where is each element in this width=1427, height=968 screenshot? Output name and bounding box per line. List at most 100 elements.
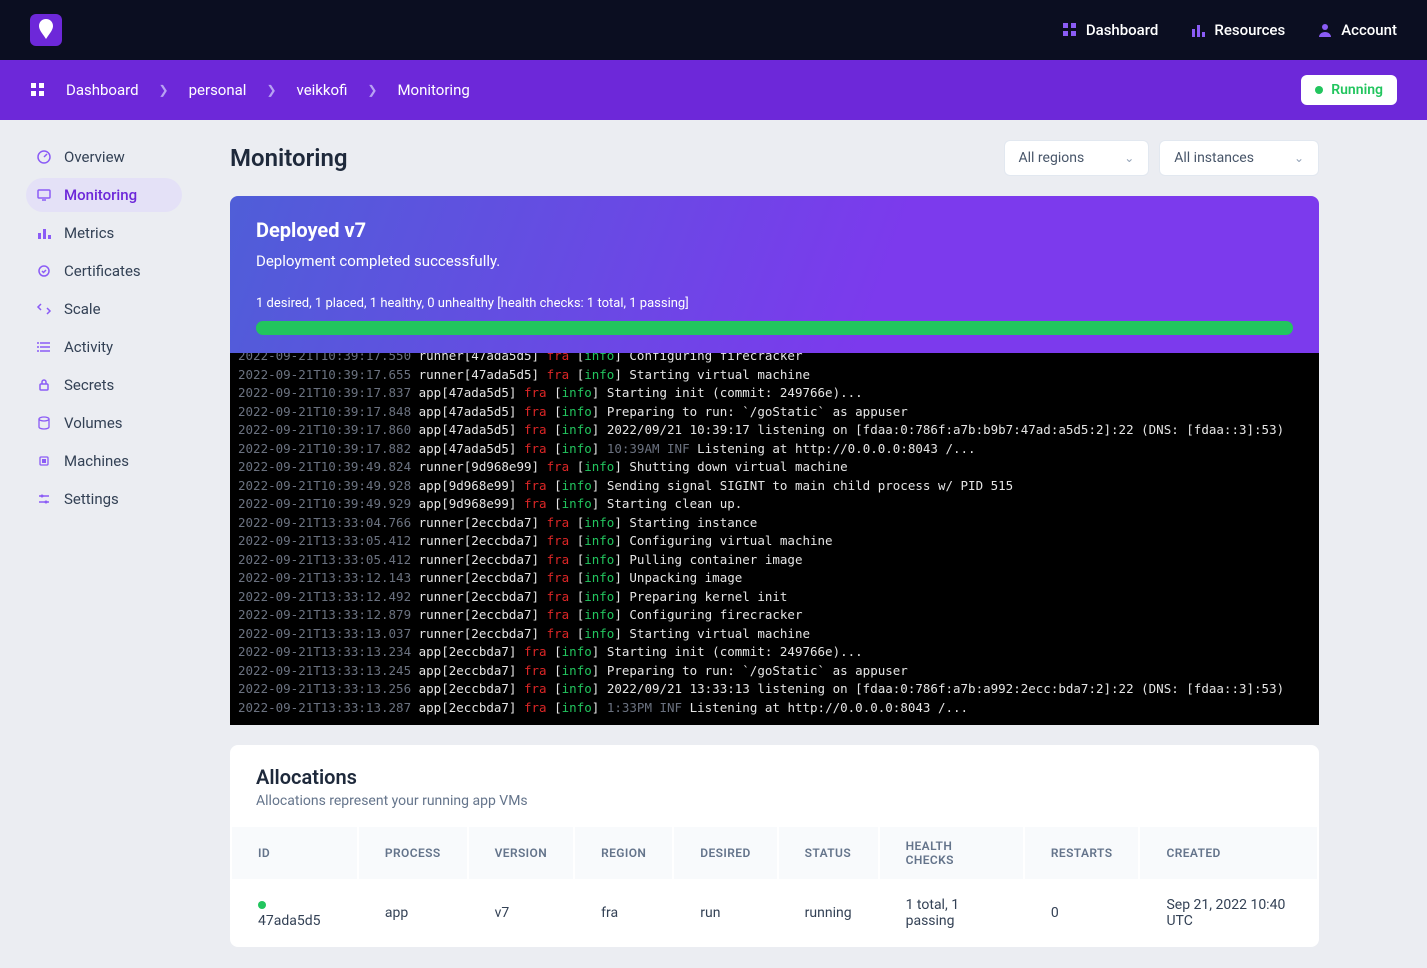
status-dot-icon <box>1315 86 1323 94</box>
sidebar-item-scale[interactable]: Scale <box>26 292 182 326</box>
sidebar-item-metrics[interactable]: Metrics <box>26 216 182 250</box>
crumb-app[interactable]: veikkofi <box>297 81 348 99</box>
cpu-icon <box>36 453 52 469</box>
chevron-right-icon: ❯ <box>367 83 377 97</box>
monitor-icon <box>36 187 52 203</box>
column-header: PROCESS <box>359 827 467 879</box>
log-line: 2022-09-21T13:33:12.879 runner[2eccbda7]… <box>230 606 1319 625</box>
log-line: 2022-09-21T13:33:13.245 app[2eccbda7] fr… <box>230 662 1319 681</box>
gauge-icon <box>36 149 52 165</box>
log-line: 2022-09-21T10:39:17.550 runner[47ada5d5]… <box>230 353 1319 366</box>
logo[interactable] <box>30 14 62 46</box>
log-line: 2022-09-21T13:33:05.412 runner[2eccbda7]… <box>230 551 1319 570</box>
column-header: HEALTH CHECKS <box>880 827 1023 879</box>
filter-instances[interactable]: All instances ⌄ <box>1159 140 1319 176</box>
sidebar-item-label: Monitoring <box>64 186 137 204</box>
status-badge: Running <box>1301 75 1397 105</box>
log-line: 2022-09-21T13:33:12.143 runner[2eccbda7]… <box>230 569 1319 588</box>
log-line: 2022-09-21T10:39:17.848 app[47ada5d5] fr… <box>230 403 1319 422</box>
chevron-down-icon: ⌄ <box>1124 151 1134 165</box>
sidebar-item-volumes[interactable]: Volumes <box>26 406 182 440</box>
nav-dashboard[interactable]: Dashboard <box>1062 21 1159 39</box>
log-line: 2022-09-21T10:39:17.882 app[47ada5d5] fr… <box>230 440 1319 459</box>
column-header: ID <box>232 827 357 879</box>
crumb-page[interactable]: Monitoring <box>397 81 469 99</box>
breadcrumbs: Dashboard ❯ personal ❯ veikkofi ❯ Monito… <box>30 81 470 99</box>
sidebar-item-label: Certificates <box>64 262 141 280</box>
sidebar-item-certificates[interactable]: Certificates <box>26 254 182 288</box>
balloon-icon <box>36 19 56 41</box>
page-title: Monitoring <box>230 144 348 172</box>
topbar: Dashboard Resources Account <box>0 0 1427 60</box>
sidebar-item-overview[interactable]: Overview <box>26 140 182 174</box>
allocations-card: Allocations Allocations represent your r… <box>230 745 1319 947</box>
nav-account-label: Account <box>1341 21 1397 39</box>
sidebar-item-secrets[interactable]: Secrets <box>26 368 182 402</box>
sidebar-item-settings[interactable]: Settings <box>26 482 182 516</box>
sidebar-item-label: Volumes <box>64 414 123 432</box>
log-line: 2022-09-21T13:33:13.234 app[2eccbda7] fr… <box>230 643 1319 662</box>
column-header: CREATED <box>1140 827 1317 879</box>
deployment-status: 1 desired, 1 placed, 1 healthy, 0 unheal… <box>256 296 1293 311</box>
sidebar-item-machines[interactable]: Machines <box>26 444 182 478</box>
chevron-right-icon: ❯ <box>159 83 169 97</box>
log-line: 2022-09-21T13:33:13.037 runner[2eccbda7]… <box>230 625 1319 644</box>
sliders-icon <box>36 491 52 507</box>
table-row[interactable]: 47ada5d5appv7frarunrunning1 total, 1 pas… <box>232 881 1317 945</box>
sidebar-item-label: Scale <box>64 300 101 318</box>
sidebar-item-monitoring[interactable]: Monitoring <box>26 178 182 212</box>
nav-account[interactable]: Account <box>1317 21 1397 39</box>
log-line: 2022-09-21T13:33:13.256 app[2eccbda7] fr… <box>230 680 1319 699</box>
sidebar-item-label: Overview <box>64 148 125 166</box>
topnav: Dashboard Resources Account <box>1062 21 1397 39</box>
sidebar-item-activity[interactable]: Activity <box>26 330 182 364</box>
allocations-subtitle: Allocations represent your running app V… <box>256 793 1293 809</box>
allocations-title: Allocations <box>256 765 1293 789</box>
nav-dashboard-label: Dashboard <box>1086 21 1159 39</box>
chart-icon <box>36 225 52 241</box>
log-terminal[interactable]: 2022-09-21T10:39:17.550 runner[47ada5d5]… <box>230 353 1319 725</box>
sidebar-item-label: Settings <box>64 490 119 508</box>
crumb-personal[interactable]: personal <box>189 81 247 99</box>
deployment-title: Deployed v7 <box>256 218 1293 242</box>
progress-bar <box>256 321 1293 335</box>
table-header-row: IDPROCESSVERSIONREGIONDESIREDSTATUSHEALT… <box>232 827 1317 879</box>
log-line: 2022-09-21T13:33:13.287 app[2eccbda7] fr… <box>230 699 1319 718</box>
deployment-card: Deployed v7 Deployment completed success… <box>230 196 1319 353</box>
column-header: VERSION <box>469 827 574 879</box>
list-icon <box>36 339 52 355</box>
nav-resources-label: Resources <box>1214 21 1285 39</box>
lock-icon <box>36 377 52 393</box>
log-line: 2022-09-21T10:39:49.929 app[9d968e99] fr… <box>230 495 1319 514</box>
bars-icon <box>1190 22 1206 38</box>
allocations-table: IDPROCESSVERSIONREGIONDESIREDSTATUSHEALT… <box>230 825 1319 947</box>
breadcrumb-bar: Dashboard ❯ personal ❯ veikkofi ❯ Monito… <box>0 60 1427 120</box>
log-line: 2022-09-21T10:39:49.928 app[9d968e99] fr… <box>230 477 1319 496</box>
badge-icon <box>36 263 52 279</box>
crumb-dashboard[interactable]: Dashboard <box>66 81 139 99</box>
chevron-right-icon: ❯ <box>266 83 276 97</box>
disk-icon <box>36 415 52 431</box>
filter-regions[interactable]: All regions ⌄ <box>1004 140 1150 176</box>
main: Monitoring All regions ⌄ All instances ⌄… <box>200 120 1427 967</box>
log-line: 2022-09-21T10:39:17.837 app[47ada5d5] fr… <box>230 384 1319 403</box>
sidebar-item-label: Activity <box>64 338 113 356</box>
user-icon <box>1317 22 1333 38</box>
sidebar-item-label: Secrets <box>64 376 114 394</box>
column-header: RESTARTS <box>1025 827 1139 879</box>
column-header: STATUS <box>779 827 878 879</box>
log-line: 2022-09-21T13:33:04.766 runner[2eccbda7]… <box>230 514 1319 533</box>
status-badge-label: Running <box>1331 82 1383 98</box>
filter-instances-label: All instances <box>1174 150 1254 166</box>
sidebar-item-label: Machines <box>64 452 129 470</box>
status-dot-icon <box>258 901 266 909</box>
grid-icon <box>1062 22 1078 38</box>
column-header: DESIRED <box>674 827 776 879</box>
column-header: REGION <box>575 827 672 879</box>
deployment-subtitle: Deployment completed successfully. <box>256 252 1293 270</box>
grid-icon <box>30 82 46 98</box>
nav-resources[interactable]: Resources <box>1190 21 1285 39</box>
chevron-down-icon: ⌄ <box>1294 151 1304 165</box>
log-line: 2022-09-21T13:33:05.412 runner[2eccbda7]… <box>230 532 1319 551</box>
log-line: 2022-09-21T10:39:17.860 app[47ada5d5] fr… <box>230 421 1319 440</box>
